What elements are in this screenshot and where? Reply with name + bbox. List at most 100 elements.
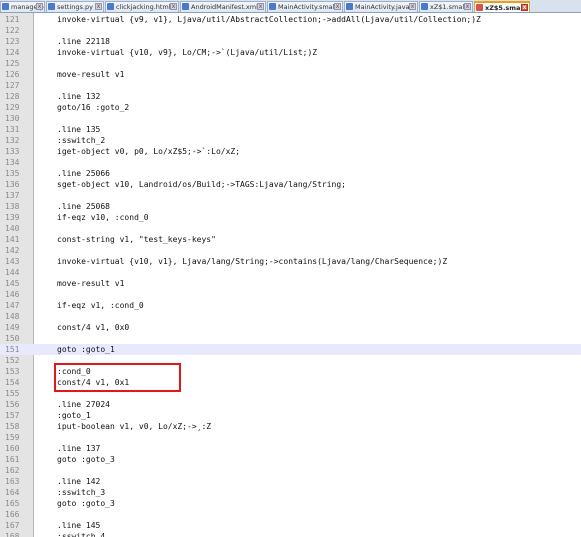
close-icon[interactable]: x (36, 3, 43, 10)
line-number: 163 (5, 477, 20, 486)
line-number: 166 (5, 510, 20, 519)
tab-settings-py[interactable]: settings.py x (46, 1, 104, 12)
tab-label: AndroidManifest.xml (191, 3, 258, 11)
highlight-annotation-box (54, 363, 181, 392)
tab-clickjacking-html[interactable]: clickjacking.html x (105, 1, 179, 12)
code-line[interactable]: 131 .line 135 (0, 124, 581, 135)
line-number: 133 (5, 147, 20, 156)
code-line[interactable]: 136 sget-object v10, Landroid/os/Build;->… (0, 179, 581, 190)
code-text: :sswitch_4 (57, 532, 106, 537)
tab-xz-5-smali[interactable]: xZ$5.smali x (474, 1, 530, 12)
line-number: 135 (5, 169, 20, 178)
code-text: if-eqz v10, :cond_0 (57, 213, 149, 222)
tab-androidmanifest-xml[interactable]: AndroidManifest.xml x (180, 1, 266, 12)
line-number: 140 (5, 224, 20, 233)
code-line[interactable]: 134 (0, 157, 581, 168)
line-number: 127 (5, 81, 20, 90)
tab-manage-py[interactable]: manage.py x (0, 1, 45, 12)
code-editor[interactable]: 121 invoke-virtual {v9, v1}, Ljava/util/A… (0, 13, 581, 537)
line-number: 156 (5, 400, 20, 409)
code-line[interactable]: 151 goto :goto_1 (0, 344, 581, 355)
code-line[interactable]: 124 invoke-virtual {v10, v9}, Lo/CM;->`(L… (0, 47, 581, 58)
close-icon[interactable]: x (170, 3, 177, 10)
file-icon (421, 3, 428, 10)
code-line[interactable]: 160 .line 137 (0, 443, 581, 454)
code-line[interactable]: 130 (0, 113, 581, 124)
code-line[interactable]: 159 (0, 432, 581, 443)
code-text: iget-object v0, p0, Lo/xZ$5;->`:Lo/xZ; (57, 147, 241, 156)
code-line[interactable]: 126 move-result v1 (0, 69, 581, 80)
line-number: 134 (5, 158, 20, 167)
code-text: .line 25066 (57, 169, 110, 178)
code-line[interactable]: 127 (0, 80, 581, 91)
line-number: 160 (5, 444, 20, 453)
code-line[interactable]: 137 (0, 190, 581, 201)
code-line[interactable]: 165 goto :goto_3 (0, 498, 581, 509)
tab-mainactivity-smali[interactable]: MainActivity.smali x (267, 1, 343, 12)
close-icon[interactable]: x (95, 3, 102, 10)
code-line[interactable]: 158 iput-boolean v1, v0, Lo/xZ;->¸:Z (0, 421, 581, 432)
code-line[interactable]: 156 .line 27024 (0, 399, 581, 410)
code-line[interactable]: 164:sswitch_3 (0, 487, 581, 498)
code-line[interactable]: 146 (0, 289, 581, 300)
code-line[interactable]: 135 .line 25066 (0, 168, 581, 179)
code-text: .line 132 (57, 92, 101, 101)
code-line[interactable]: 144 (0, 267, 581, 278)
code-line[interactable]: 133 iget-object v0, p0, Lo/xZ$5;->`:Lo/xZ… (0, 146, 581, 157)
close-icon[interactable]: x (464, 3, 471, 10)
close-icon[interactable]: x (521, 4, 528, 11)
code-line[interactable]: 139 if-eqz v10, :cond_0 (0, 212, 581, 223)
code-line[interactable]: 149 const/4 v1, 0x0 (0, 322, 581, 333)
tab-label: xZ$1.smali (430, 3, 466, 11)
line-number: 131 (5, 125, 20, 134)
tab-xz-1-smali[interactable]: xZ$1.smali x (419, 1, 473, 12)
code-line[interactable]: 122 (0, 25, 581, 36)
close-icon[interactable]: x (409, 3, 416, 10)
code-text: goto/16 :goto_2 (57, 103, 130, 112)
code-text: goto :goto_3 (57, 499, 115, 508)
file-icon (107, 3, 114, 10)
code-line[interactable]: 129 goto/16 :goto_2 (0, 102, 581, 113)
code-text: invoke-virtual {v10, v9}, Lo/CM;->`(Ljav… (57, 48, 318, 57)
line-number: 122 (5, 26, 20, 35)
code-line[interactable]: 141 const-string v1, "test_keys-keys" (0, 234, 581, 245)
code-text: .line 22118 (57, 37, 110, 46)
line-number: 137 (5, 191, 20, 200)
tab-mainactivity-java[interactable]: MainActivity.java x (344, 1, 418, 12)
line-number: 130 (5, 114, 20, 123)
code-line[interactable]: 161 goto :goto_3 (0, 454, 581, 465)
code-line[interactable]: 142 (0, 245, 581, 256)
code-line[interactable]: 143 invoke-virtual {v10, v1}, Ljava/lang/… (0, 256, 581, 267)
code-line[interactable]: 132:sswitch_2 (0, 135, 581, 146)
tab-label: clickjacking.html (116, 3, 171, 11)
line-number: 168 (5, 532, 20, 537)
line-number: 139 (5, 213, 20, 222)
code-text: :goto_1 (57, 411, 91, 420)
code-line[interactable]: 148 (0, 311, 581, 322)
line-number: 152 (5, 356, 20, 365)
close-icon[interactable]: x (257, 3, 264, 10)
code-text: .line 137 (57, 444, 101, 453)
code-line[interactable]: 128 .line 132 (0, 91, 581, 102)
code-line[interactable]: 167 .line 145 (0, 520, 581, 531)
code-line[interactable]: 140 (0, 223, 581, 234)
code-line[interactable]: 162 (0, 465, 581, 476)
code-line[interactable]: 123 .line 22118 (0, 36, 581, 47)
close-icon[interactable]: x (334, 3, 341, 10)
code-line[interactable]: 150 (0, 333, 581, 344)
code-line[interactable]: 147 if-eqz v1, :cond_0 (0, 300, 581, 311)
code-line[interactable]: 163 .line 142 (0, 476, 581, 487)
code-text: const/4 v1, 0x0 (57, 323, 130, 332)
code-text: invoke-virtual {v9, v1}, Ljava/util/Abst… (57, 15, 481, 24)
code-line[interactable]: 168 :sswitch_4 (0, 531, 581, 537)
code-line[interactable]: 125 (0, 58, 581, 69)
code-line[interactable]: 121 invoke-virtual {v9, v1}, Ljava/util/A… (0, 14, 581, 25)
code-line[interactable]: 157:goto_1 (0, 410, 581, 421)
line-number: 136 (5, 180, 20, 189)
code-text: const-string v1, "test_keys-keys" (57, 235, 216, 244)
code-line[interactable]: 138 .line 25068 (0, 201, 581, 212)
code-line[interactable]: 166 (0, 509, 581, 520)
line-number: 148 (5, 312, 20, 321)
code-line[interactable]: 145 move-result v1 (0, 278, 581, 289)
code-text: .line 25068 (57, 202, 110, 211)
